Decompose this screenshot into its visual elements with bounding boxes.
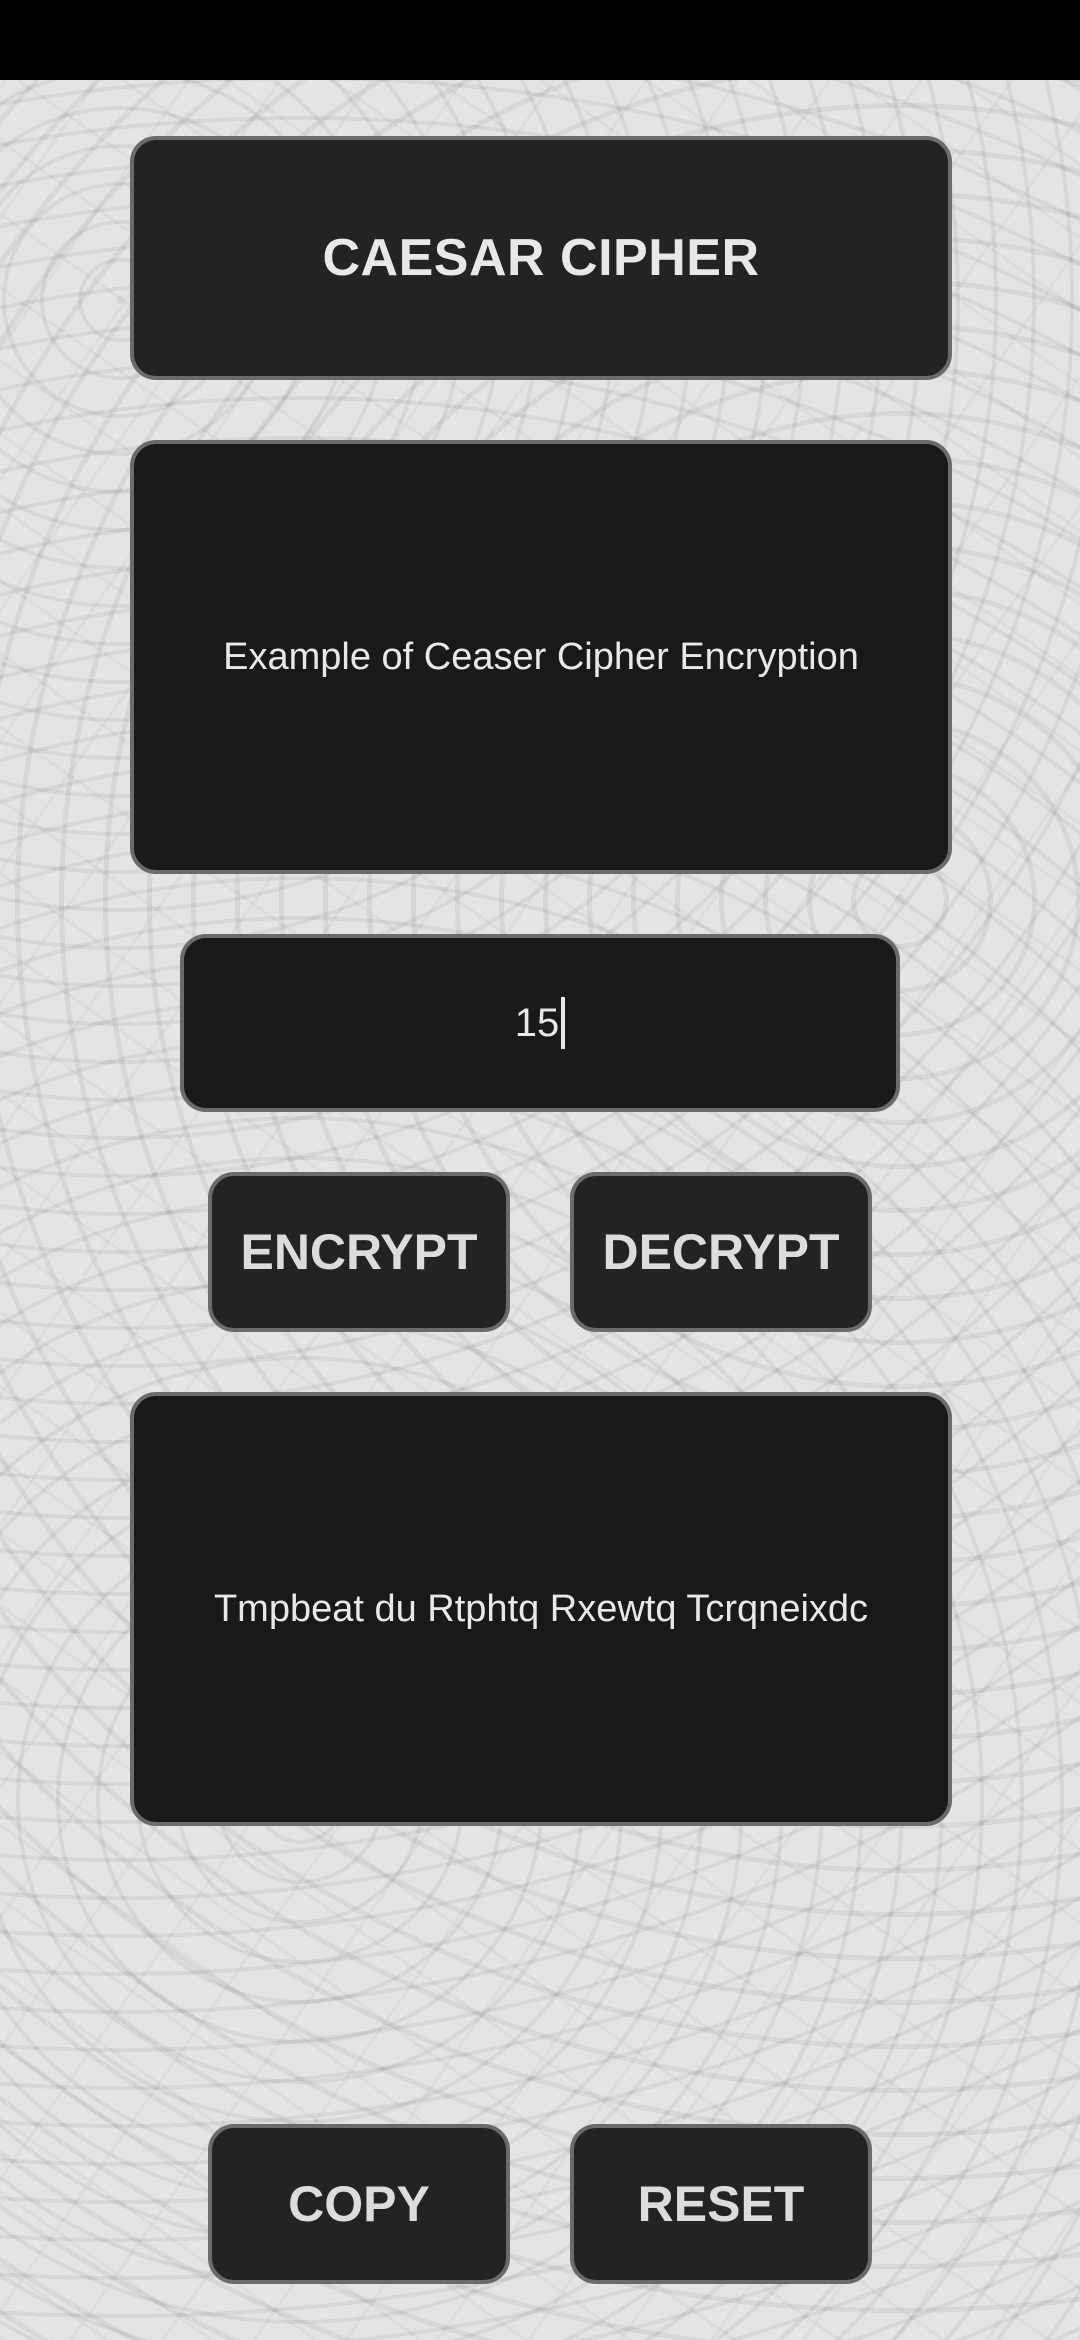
copy-button-label: COPY: [288, 2176, 430, 2232]
plaintext-input[interactable]: Example of Ceaser Cipher Encryption: [130, 440, 952, 874]
copy-button[interactable]: COPY: [208, 2124, 510, 2284]
app-title-card: CAESAR CIPHER: [130, 136, 952, 380]
encrypt-button-label: ENCRYPT: [240, 1224, 478, 1280]
plaintext-value: Example of Ceaser Cipher Encryption: [223, 635, 859, 678]
shift-key-input[interactable]: 15: [180, 934, 900, 1112]
decrypt-button-label: DECRYPT: [602, 1224, 840, 1280]
app-title: CAESAR CIPHER: [322, 229, 760, 287]
encrypt-button[interactable]: ENCRYPT: [208, 1172, 510, 1332]
ciphertext-output[interactable]: Tmpbeat du Rtphtq Rxewtq Tcrqneixdc: [130, 1392, 952, 1826]
reset-button-label: RESET: [637, 2176, 805, 2232]
text-cursor: [561, 997, 566, 1049]
status-bar: [0, 0, 1080, 80]
reset-button[interactable]: RESET: [570, 2124, 872, 2284]
ciphertext-value: Tmpbeat du Rtphtq Rxewtq Tcrqneixdc: [213, 1587, 869, 1630]
decrypt-button[interactable]: DECRYPT: [570, 1172, 872, 1332]
shift-key-value: 15: [514, 1000, 560, 1045]
